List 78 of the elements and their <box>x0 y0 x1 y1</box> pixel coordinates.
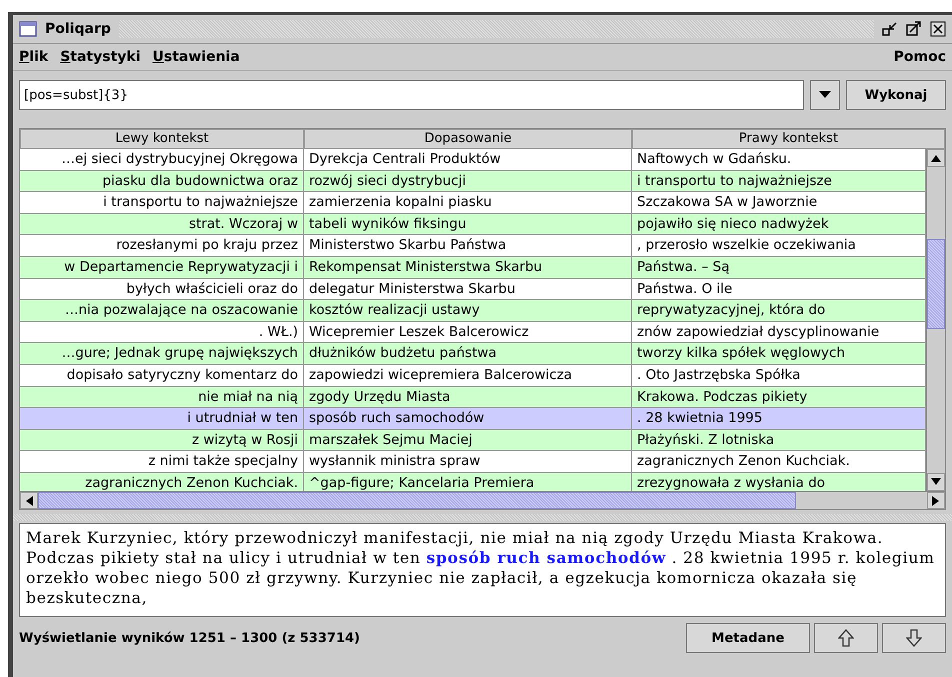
table-cell[interactable]: i transportu to najważniejsze <box>632 170 926 192</box>
run-button[interactable]: Wykonaj <box>846 80 946 110</box>
table-cell[interactable]: piasku dla budownictwa oraz <box>20 170 304 192</box>
status-text: Wyświetlanie wyników 1251 – 1300 (z 533714) <box>19 630 361 646</box>
column-header[interactable]: Lewy kontekst <box>20 129 304 149</box>
table-cell[interactable]: znów zapowiedział dyscyplinowanie <box>632 322 926 344</box>
table-cell[interactable]: Rekompensat Ministerstwa Skarbu <box>304 256 632 279</box>
table-cell[interactable]: i utrudniał w ten <box>20 408 304 430</box>
table-cell[interactable]: byłych właścicieli oraz do <box>20 278 304 300</box>
table-cell[interactable]: zagranicznych Zenon Kuchciak. <box>632 451 926 473</box>
table-cell[interactable]: Państwa. – Są <box>632 256 926 279</box>
scroll-down-icon <box>931 478 941 486</box>
table-cell[interactable]: strat. Wczoraj w <box>20 214 304 236</box>
table-cell[interactable]: dopisało satyryczny komentarz do <box>20 364 304 387</box>
menu-item[interactable]: Ustawienia <box>152 49 240 65</box>
table-cell[interactable]: kosztów realizacji ustawy <box>304 300 632 322</box>
scroll-right-icon <box>932 496 940 506</box>
table-cell[interactable]: Dyrekcja Centrali Produktów <box>304 149 632 171</box>
table-cell[interactable]: . Oto Jastrzębska Spółka <box>632 364 926 387</box>
arrow-down-icon <box>906 629 922 647</box>
table-cell[interactable]: ^gap-figure; Kancelaria Premiera <box>304 472 632 491</box>
table-cell[interactable]: zapowiedzi wicepremiera Balcerowicza <box>304 364 632 387</box>
column-header[interactable]: Prawy kontekst <box>632 129 945 149</box>
metadata-button[interactable]: Metadane <box>686 623 810 653</box>
splitter-handle[interactable] <box>13 514 952 521</box>
table-cell[interactable]: . 28 kwietnia 1995 <box>632 408 926 430</box>
table-cell[interactable]: z nimi także specjalny <box>20 451 304 473</box>
minimize-icon[interactable] <box>882 21 898 37</box>
table-cell[interactable]: nie miał na nią <box>20 386 304 408</box>
table-cell[interactable]: reprywatyzacyjnej, która do <box>632 300 926 322</box>
scroll-left-icon <box>25 496 33 506</box>
table-cell[interactable]: zgody Urzędu Miasta <box>304 386 632 408</box>
scroll-up-icon <box>931 154 941 162</box>
table-cell[interactable]: zrezygnowała z wysłania do <box>632 472 926 491</box>
next-button[interactable] <box>882 623 946 653</box>
table-cell[interactable]: zagranicznych Zenon Kuchciak. <box>20 472 304 491</box>
table-cell[interactable]: rozwój sieci dystrybucji <box>304 170 632 192</box>
arrow-up-icon <box>838 629 854 647</box>
menu-item[interactable]: Pomoc <box>894 49 946 65</box>
table-cell[interactable]: , przerosło wszelkie oczekiwania <box>632 235 926 257</box>
table-cell[interactable]: Naftowych w Gdańsku. <box>632 149 926 171</box>
window-icon <box>19 21 37 37</box>
table-cell[interactable]: Płażyński. Z lotniska <box>632 430 926 452</box>
caret-icon <box>819 91 831 99</box>
horizontal-scrollbar[interactable] <box>20 491 945 509</box>
table-cell[interactable]: rozesłanymi po kraju przez <box>20 235 304 257</box>
table-cell[interactable]: dłużników budżetu państwa <box>304 343 632 365</box>
table-cell[interactable]: pojawiło się nieco nadwyżek <box>632 214 926 236</box>
table-cell[interactable]: Ministerstwo Skarbu Państwa <box>304 235 632 257</box>
table-cell[interactable]: Krakowa. Podczas pikiety <box>632 386 926 408</box>
menu-item[interactable]: Statystyki <box>60 49 140 65</box>
table-cell[interactable]: i transportu to najważniejsze <box>20 192 304 214</box>
table-cell[interactable]: zamierzenia kopalni piasku <box>304 192 632 214</box>
table-cell[interactable]: Szczakowa SA w Jaworznie <box>632 192 926 214</box>
vertical-scrollbar[interactable] <box>926 149 945 491</box>
table-cell[interactable]: Państwa. O ile <box>632 278 926 300</box>
maximize-icon[interactable] <box>906 21 922 37</box>
table-cell[interactable]: w Departamencie Reprywatyzacji i <box>20 256 304 279</box>
table-cell[interactable]: tworzy kilka spółek węglowych <box>632 343 926 365</box>
table-cell[interactable]: Wicepremier Leszek Balcerowicz <box>304 322 632 344</box>
column-header[interactable]: Dopasowanie <box>304 129 632 149</box>
table-cell[interactable]: wysłannik ministra spraw <box>304 451 632 473</box>
previous-button[interactable] <box>814 623 878 653</box>
close-icon[interactable] <box>930 21 946 37</box>
table-cell[interactable]: …gure; Jednak grupę największych <box>20 343 304 365</box>
table-cell[interactable]: . WŁ.) <box>20 322 304 344</box>
dropdown-button[interactable] <box>810 80 840 110</box>
table-cell[interactable]: delegatur Ministerstwa Skarbu <box>304 278 632 300</box>
context-text: Marek Kurzyniec, który przewodniczył manifestacji, nie miał na nią zgody Urzędu Miasta Krakowa. Podczas pikiety stał na ulicy i utrudniał w ten sposób ruch samochodów . 28 kwietnia 1995 r. kolegium orzekło wobec niego 500 zł grzywny. Kurzyniec nie zapłacił, a egzekucja komornicza okazała się bezskuteczna, <box>19 523 946 617</box>
query-field[interactable]: [pos=subst]{3} <box>19 80 804 110</box>
table-cell[interactable]: z wizytą w Rosji <box>20 430 304 452</box>
table-cell[interactable]: …nia pozwalające na oszacowanie <box>20 300 304 322</box>
window-title: Poliqarp <box>45 21 111 37</box>
table-cell[interactable]: sposób ruch samochodów <box>304 408 632 430</box>
table-cell[interactable]: marszałek Sejmu Maciej <box>304 430 632 452</box>
table-cell[interactable]: tabeli wyników fiksingu <box>304 214 632 236</box>
menu-item[interactable]: Plik <box>19 49 48 65</box>
table-cell[interactable]: …ej sieci dystrybucyjnej Okręgowa <box>20 149 304 171</box>
